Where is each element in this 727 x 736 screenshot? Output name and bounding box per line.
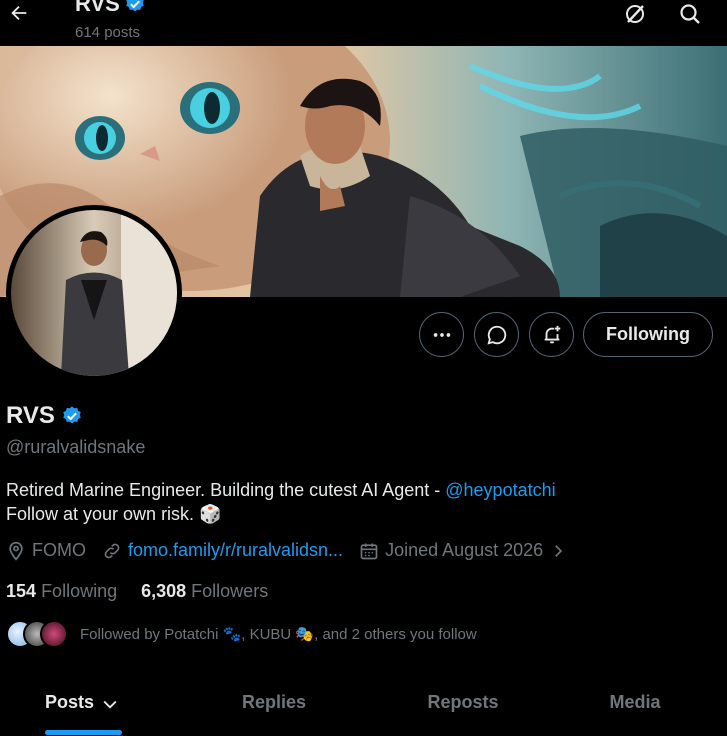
notification-button[interactable] [529, 312, 574, 357]
profile-name-row: RVS [6, 402, 83, 430]
bio-mention-link[interactable]: @heypotatchi [445, 480, 555, 500]
followers-label: Followers [191, 581, 269, 601]
link-icon [104, 543, 120, 558]
back-button[interactable] [4, 0, 34, 28]
joined-date[interactable]: Joined August 2026 [359, 540, 567, 561]
tab-posts[interactable]: Posts [0, 682, 165, 736]
top-bar: RVS 614 posts [0, 0, 727, 46]
grok-button[interactable] [622, 1, 648, 27]
post-count: 614 posts [75, 24, 141, 41]
header-title: RVS [75, 0, 120, 16]
following-count: 154 [6, 581, 37, 601]
followers-count-link[interactable]: 6,308 Followers [141, 581, 268, 602]
back-arrow-icon [11, 5, 27, 21]
header-title-row: RVS [75, 0, 146, 17]
message-button[interactable] [474, 312, 519, 357]
bio-line2: Follow at your own risk. [6, 504, 195, 524]
search-icon [680, 4, 700, 24]
dice-emoji: 🎲 [199, 504, 222, 524]
chevron-right-icon [555, 544, 563, 557]
search-button[interactable] [677, 1, 703, 27]
tab-label: Media [609, 692, 661, 712]
following-label: Following [41, 581, 118, 601]
bio-text: Retired Marine Engineer. Building the cu… [6, 480, 446, 500]
more-icon [433, 332, 450, 337]
tab-label: Reposts [427, 692, 499, 712]
following-button[interactable]: Following [583, 312, 713, 357]
profile-meta: FOMO fomo.family/r/ruralvalidsn... Joine… [6, 540, 583, 561]
profile-bio: Retired Marine Engineer. Building the cu… [6, 478, 706, 526]
message-icon [486, 325, 506, 345]
joined-text: Joined August 2026 [385, 540, 544, 560]
follow-counts: 154 Following 6,308 Followers [6, 581, 268, 602]
tab-reposts[interactable]: Reposts [383, 682, 543, 736]
profile-avatar[interactable] [6, 205, 182, 381]
followed-by-text: Followed by Potatchi 🐾, KUBU 🎭, and 2 ot… [80, 626, 477, 643]
verified-badge-icon[interactable] [61, 405, 83, 427]
website-link[interactable]: fomo.family/r/ruralvalidsn... [128, 540, 343, 561]
profile-handle: @ruralvalidsnake [6, 437, 146, 457]
verified-badge-icon [126, 0, 144, 12]
calendar-icon [360, 543, 378, 559]
tab-label: Posts [44, 692, 95, 712]
chevron-down-icon [103, 700, 117, 709]
following-count-link[interactable]: 154 Following [6, 581, 117, 602]
notification-add-icon [544, 325, 560, 343]
followed-by[interactable]: Followed by Potatchi 🐾, KUBU 🎭, and 2 ot… [6, 620, 477, 648]
location-icon [9, 541, 23, 561]
follower-avatars [6, 620, 68, 648]
tab-label: Replies [241, 692, 307, 712]
more-button[interactable] [419, 312, 464, 357]
follower-avatar [40, 620, 68, 648]
grok-icon [626, 5, 644, 23]
avatar-image [11, 210, 177, 376]
tab-media[interactable]: Media [543, 682, 727, 736]
profile-tabs: Posts Replies Reposts Media [0, 682, 727, 736]
website[interactable]: fomo.family/r/ruralvalidsn... [102, 540, 343, 561]
profile-name: RVS [6, 402, 55, 429]
location: FOMO [6, 540, 86, 561]
tab-replies[interactable]: Replies [165, 682, 383, 736]
location-text: FOMO [32, 540, 86, 560]
active-tab-indicator [45, 730, 122, 735]
followers-count: 6,308 [141, 581, 187, 601]
